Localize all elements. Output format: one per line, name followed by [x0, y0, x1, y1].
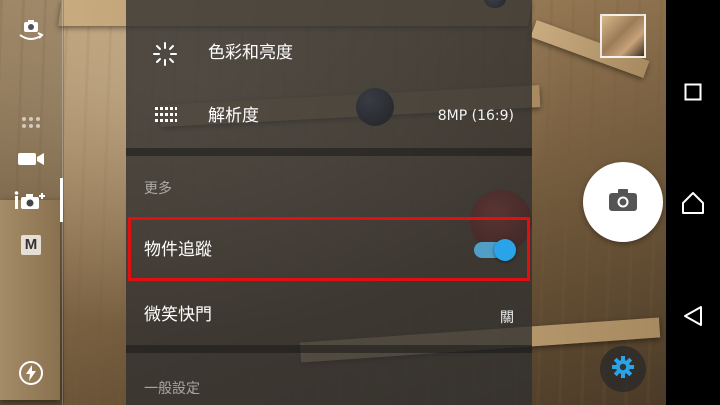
- smile-shutter-value: 關: [500, 310, 514, 326]
- navigation-bar: [666, 0, 720, 405]
- camera-switch-icon[interactable]: [14, 18, 48, 44]
- section-divider: [126, 345, 532, 353]
- back-icon[interactable]: [680, 303, 706, 329]
- section-divider: [126, 148, 532, 156]
- shutter-camera-icon: [608, 188, 638, 216]
- manual-mode-label: M: [21, 235, 41, 255]
- highlight-box: [128, 217, 530, 281]
- brightness-icon: [152, 41, 178, 71]
- settings-gear-icon: [611, 355, 635, 383]
- menu-item-label: 微笑快門: [144, 305, 212, 325]
- shutter-button[interactable]: [583, 162, 663, 242]
- camera-settings-menu: 色彩和亮度 解析度 8MP (16:9) 更多 物件追蹤 微笑快門 關 一般設定: [126, 0, 532, 405]
- gallery-thumbnail[interactable]: [600, 14, 646, 58]
- section-header-more: 更多: [144, 181, 172, 197]
- video-mode-icon[interactable]: [14, 146, 48, 172]
- resolution-value: 8MP (16:9): [437, 108, 514, 124]
- app-grid-icon[interactable]: [14, 112, 48, 138]
- recent-apps-icon[interactable]: [680, 79, 706, 105]
- flash-auto-icon[interactable]: [14, 360, 48, 386]
- menu-item-resolution[interactable]: 解析度 8MP (16:9): [126, 85, 532, 148]
- left-mode-rail: M: [0, 0, 64, 405]
- home-icon[interactable]: [680, 190, 706, 216]
- settings-button[interactable]: [600, 346, 646, 392]
- section-header-general: 一般設定: [144, 381, 200, 397]
- menu-item-smile-shutter[interactable]: 微笑快門 關: [126, 281, 532, 345]
- menu-item-label: 解析度: [208, 106, 259, 126]
- menu-item-label: 色彩和亮度: [208, 43, 293, 63]
- manual-mode-icon[interactable]: M: [14, 232, 48, 258]
- resolution-grid-icon: [154, 105, 178, 129]
- selected-mode-indicator: [60, 178, 63, 222]
- menu-item-color-brightness[interactable]: 色彩和亮度: [126, 0, 532, 85]
- superior-auto-icon[interactable]: [14, 188, 48, 214]
